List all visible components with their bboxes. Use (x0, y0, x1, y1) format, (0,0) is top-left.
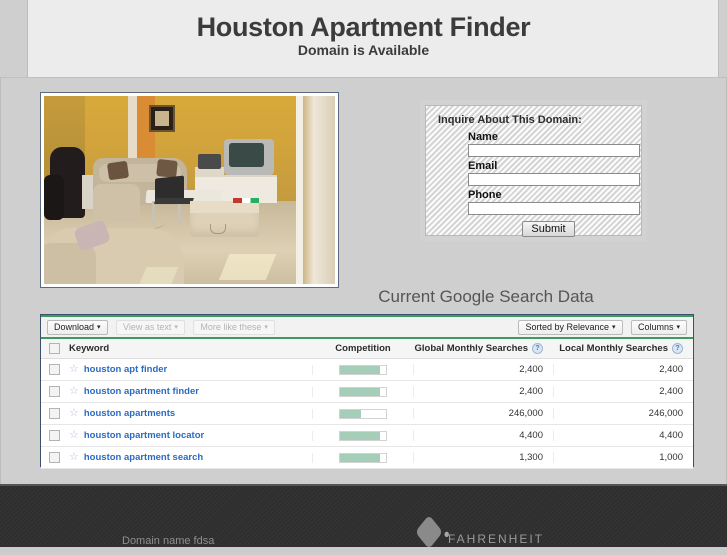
competition-cell (312, 386, 413, 397)
star-icon[interactable]: ☆ (69, 364, 79, 375)
table-row[interactable]: ☆ houston apartment locator 4,400 4,400 (41, 425, 693, 447)
table-header-row: Keyword Competition Global Monthly Searc… (41, 339, 693, 359)
keyword-cell: ☆ houston apartment locator (67, 430, 312, 442)
keyword-toolbar: Download ▾ View as text ▾ More like these ▾… (41, 317, 693, 339)
site-footer (0, 484, 727, 547)
fahrenheit-brand-name: FAHRENHEIT (448, 532, 545, 546)
chevron-down-icon: ▾ (264, 324, 268, 331)
email-field-label: Email (468, 160, 498, 172)
submit-row: Submit (438, 219, 629, 237)
keyword-link[interactable]: houston apartment finder (84, 386, 199, 397)
sort-button[interactable]: Sorted by Relevance ▾ (518, 320, 623, 335)
competition-bar (339, 430, 387, 441)
select-all-cell (41, 343, 67, 354)
star-icon[interactable]: ☆ (69, 430, 79, 441)
page-title: Houston Apartment Finder (196, 12, 531, 42)
competition-cell (312, 364, 413, 375)
chevron-down-icon: ▾ (612, 324, 616, 331)
more-like-these-button[interactable]: More like these ▾ (193, 320, 275, 335)
keyword-link[interactable]: houston apartments (84, 408, 175, 419)
table-body: ☆ houston apt finder 2,400 2,400 ☆ houston ap… (41, 359, 693, 469)
inquiry-form-inner: Inquire About This Domain: Name Email Ph… (425, 105, 642, 237)
star-icon[interactable]: ☆ (69, 386, 79, 397)
inquiry-form: Inquire About This Domain: Name Email Ph… (420, 100, 647, 241)
keyword-link[interactable]: houston apartment locator (84, 430, 204, 441)
competition-bar (339, 386, 387, 397)
local-searches-cell: 4,400 (553, 430, 693, 441)
global-searches-cell: 1,300 (413, 452, 553, 463)
table-row[interactable]: ☆ houston apt finder 2,400 2,400 (41, 359, 693, 381)
row-select-cell (41, 408, 67, 419)
apartment-photo (44, 96, 335, 284)
column-header-local[interactable]: Local Monthly Searches ? (553, 343, 693, 354)
site-header: Houston Apartment Finder Domain is Avail… (0, 0, 727, 78)
help-icon[interactable]: ? (532, 343, 543, 354)
phone-field-label: Phone (468, 189, 502, 201)
row-select-cell (41, 386, 67, 397)
keyword-link[interactable]: houston apartment search (84, 452, 203, 463)
table-row[interactable]: ☆ houston apartment search 1,300 1,000 (41, 447, 693, 469)
star-icon[interactable]: ☆ (69, 408, 79, 419)
global-searches-cell: 4,400 (413, 430, 553, 441)
competition-cell (312, 452, 413, 463)
chevron-down-icon: ▾ (97, 324, 101, 331)
table-row[interactable]: ☆ houston apartment finder 2,400 2,400 (41, 381, 693, 403)
columns-button[interactable]: Columns ▾ (630, 320, 687, 335)
keyword-cell: ☆ houston apartments (67, 408, 312, 420)
keyword-cell: ☆ houston apartment finder (67, 386, 312, 398)
page-subtitle: Domain is Available (297, 42, 430, 58)
fahrenheit-logo: FAHRENHEIT (415, 514, 545, 550)
page-root: Houston Apartment Finder Domain is Avail… (0, 0, 727, 550)
local-searches-cell: 2,400 (553, 386, 693, 397)
search-data-heading: Current Google Search Data (378, 287, 594, 306)
global-searches-cell: 2,400 (413, 386, 553, 397)
local-searches-cell: 246,000 (553, 408, 693, 419)
global-searches-cell: 2,400 (413, 364, 553, 375)
help-icon[interactable]: ? (672, 343, 683, 354)
row-checkbox[interactable] (48, 408, 60, 419)
competition-bar (339, 408, 387, 419)
local-searches-cell: 1,000 (553, 452, 693, 463)
footer-text: Domain name fdsa (122, 535, 215, 547)
competition-cell (312, 430, 413, 441)
inquiry-form-title: Inquire About This Domain: (438, 114, 582, 126)
column-header-global[interactable]: Global Monthly Searches ? (413, 343, 553, 354)
keyword-cell: ☆ houston apartment search (67, 452, 312, 464)
row-checkbox[interactable] (48, 430, 60, 441)
download-button[interactable]: Download ▾ (47, 320, 108, 335)
name-field[interactable] (468, 144, 640, 157)
competition-cell (312, 408, 413, 419)
keyword-cell: ☆ houston apt finder (67, 364, 312, 376)
row-checkbox[interactable] (48, 386, 60, 397)
view-as-text-button[interactable]: View as text ▾ (116, 320, 185, 335)
apartment-photo-frame (40, 92, 339, 288)
keyword-tool-panel: Download ▾ View as text ▾ More like these ▾… (40, 314, 694, 469)
table-row[interactable]: ☆ houston apartments 246,000 246,000 (41, 403, 693, 425)
column-header-competition[interactable]: Competition (313, 343, 413, 354)
competition-bar (339, 364, 387, 375)
submit-button[interactable]: Submit (522, 221, 575, 237)
local-searches-cell: 2,400 (553, 364, 693, 375)
toolbar-right-group: Sorted by Relevance ▾ Columns ▾ (518, 320, 687, 338)
keyword-link[interactable]: houston apt finder (84, 364, 167, 375)
column-header-keyword[interactable]: Keyword (67, 343, 313, 354)
name-field-label: Name (468, 131, 498, 143)
row-checkbox[interactable] (48, 452, 60, 463)
row-select-cell (41, 430, 67, 441)
row-checkbox[interactable] (48, 364, 60, 375)
row-select-cell (41, 364, 67, 375)
wall-picture-icon (148, 105, 175, 132)
global-searches-cell: 246,000 (413, 408, 553, 419)
star-icon[interactable]: ☆ (69, 452, 79, 463)
row-select-cell (41, 452, 67, 463)
email-field[interactable] (468, 173, 640, 186)
chevron-down-icon: ▾ (676, 324, 680, 331)
chevron-down-icon: ▾ (174, 324, 178, 331)
phone-field[interactable] (468, 202, 640, 215)
select-all-checkbox[interactable] (48, 343, 60, 354)
competition-bar (339, 452, 387, 463)
